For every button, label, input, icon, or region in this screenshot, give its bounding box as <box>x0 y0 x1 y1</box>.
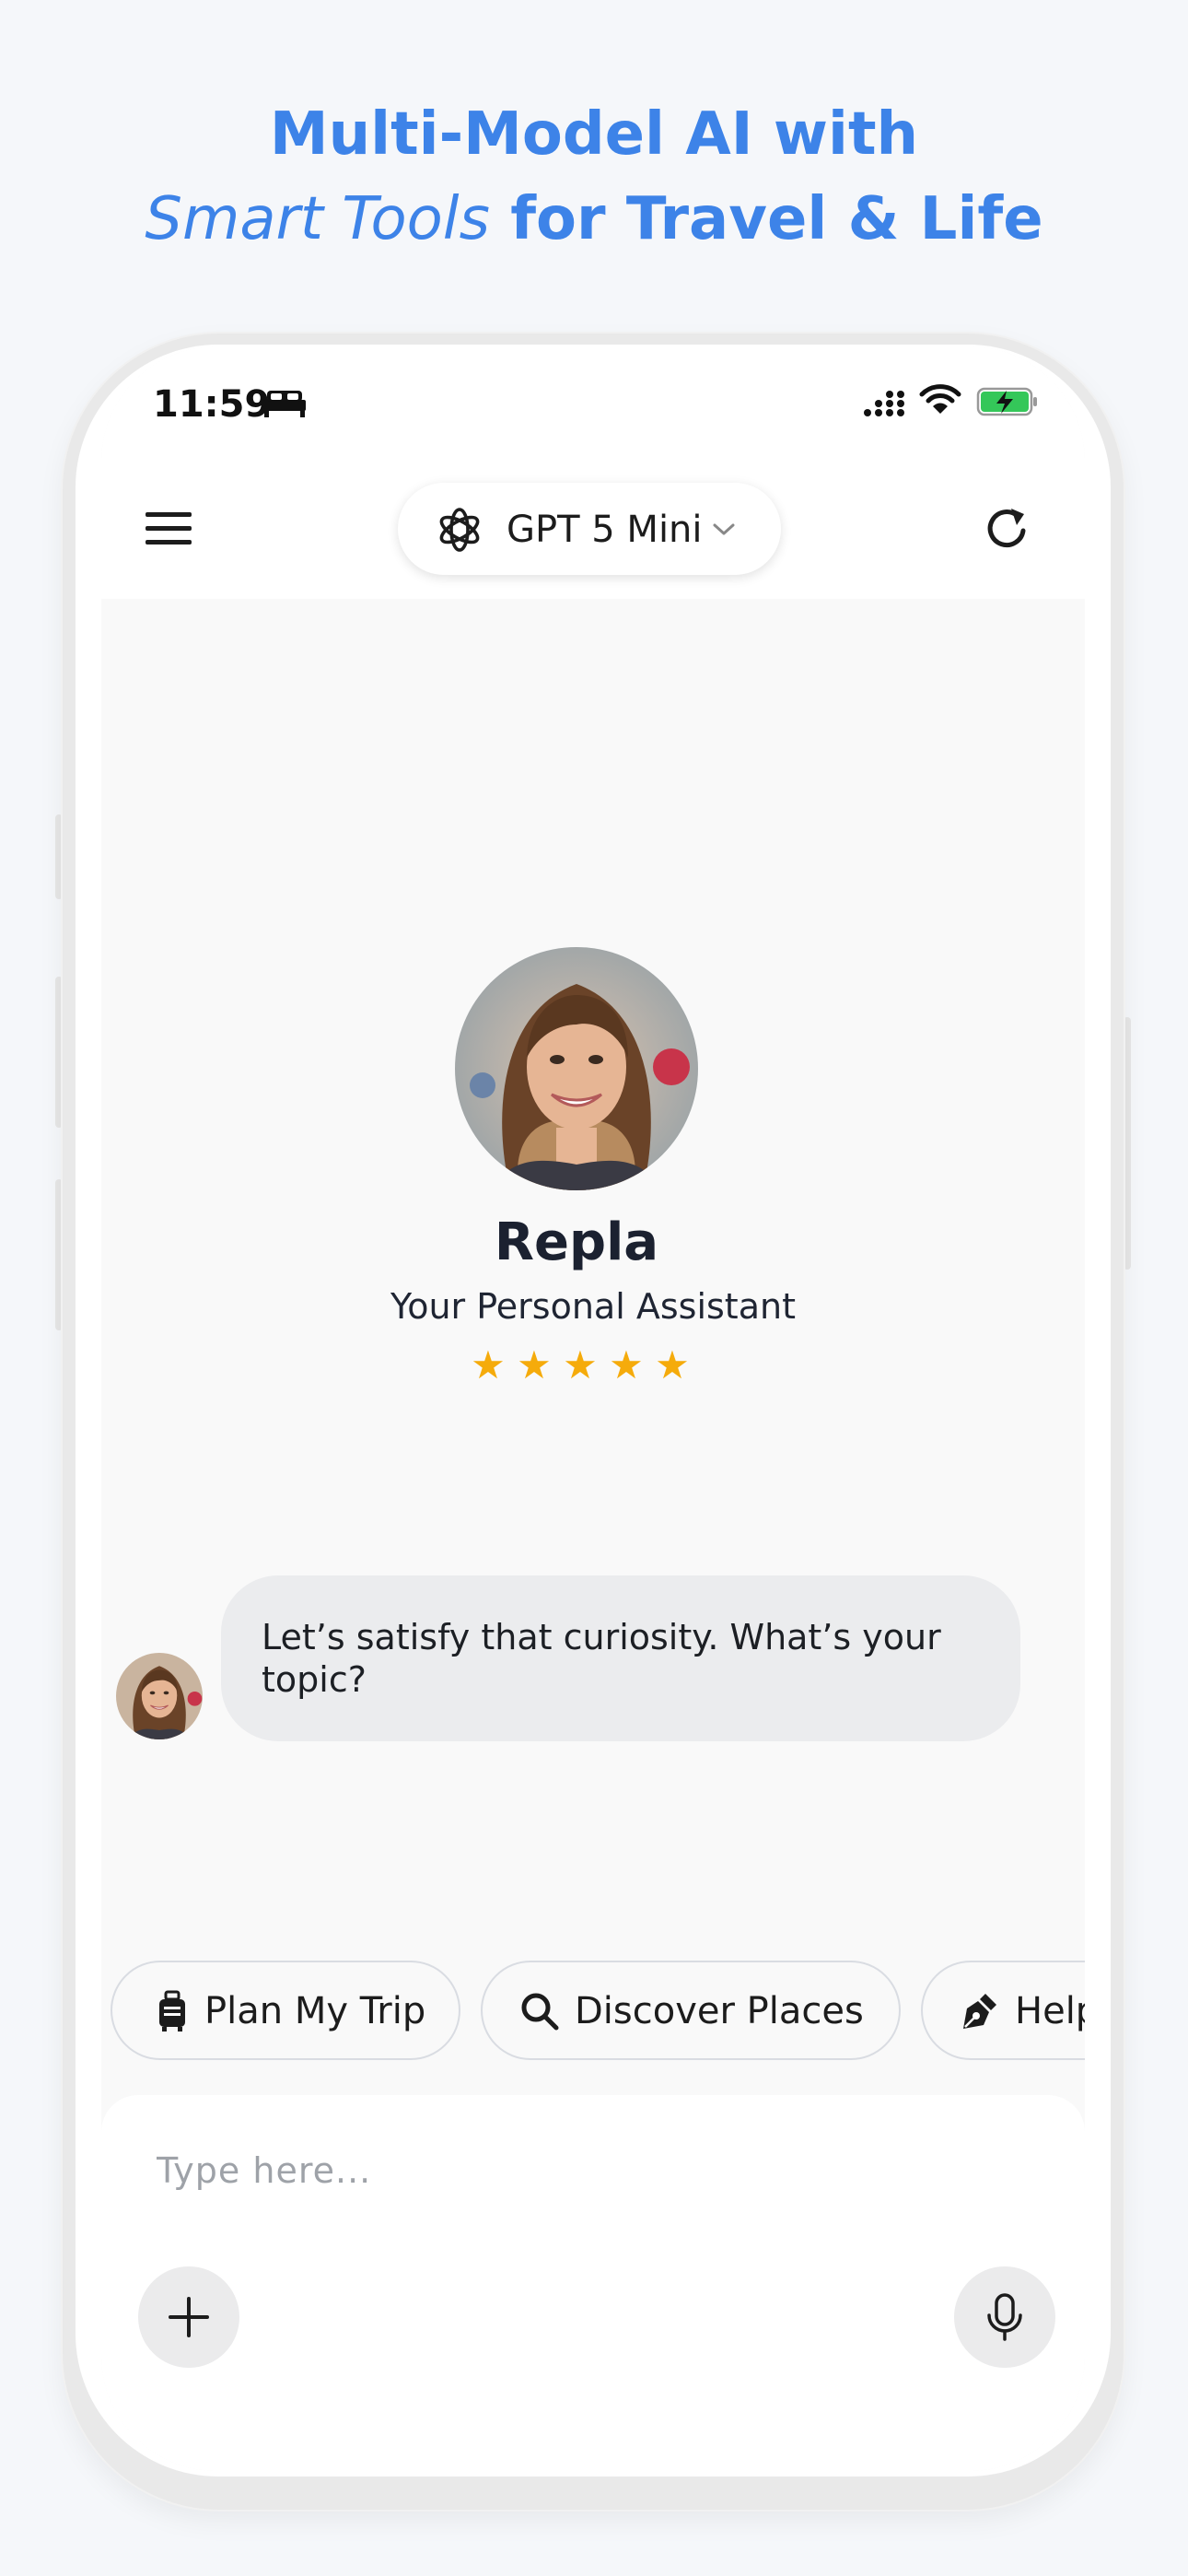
plus-icon <box>169 2297 209 2337</box>
star-icon: ★ <box>517 1343 552 1387</box>
add-attachment-button[interactable] <box>138 2266 239 2368</box>
star-icon: ★ <box>655 1343 690 1387</box>
microphone-icon <box>987 2293 1022 2341</box>
chip-label: Discover Places <box>575 1990 864 2032</box>
chip-discover-places[interactable]: Discover Places <box>481 1961 901 2060</box>
hamburger-menu-icon[interactable] <box>146 510 192 547</box>
status-time: 11:59 <box>153 383 271 426</box>
battery-charging-icon <box>976 387 1037 416</box>
phone-volume-up-button <box>55 977 63 1128</box>
assistant-subtitle: Your Personal Assistant <box>390 1286 796 1327</box>
chip-label: Plan My Trip <box>204 1990 426 2032</box>
message-input[interactable] <box>155 2137 987 2204</box>
promo-line-2-italic: Smart Tools <box>145 185 490 253</box>
openai-logo-icon <box>439 508 480 552</box>
voice-input-button[interactable] <box>954 2266 1055 2368</box>
phone-volume-down-button <box>55 1179 63 1330</box>
assistant-rating: ★ ★ ★ ★ ★ <box>468 1345 698 1386</box>
chip-label: Help <box>1015 1990 1085 2032</box>
wifi-icon <box>919 384 961 414</box>
chip-help[interactable]: Help <box>921 1961 1085 2060</box>
assistant-message-text: Let’s satisfy that curiosity. What’s you… <box>262 1617 941 1700</box>
refresh-icon[interactable] <box>984 505 1031 553</box>
promo-line-1: Multi-Model AI with <box>269 100 919 169</box>
chevron-down-icon <box>713 523 735 535</box>
luggage-icon <box>159 1990 185 2032</box>
model-name-label: GPT 5 Mini <box>507 509 703 551</box>
star-icon: ★ <box>609 1343 644 1387</box>
assistant-name: Repla <box>494 1212 659 1272</box>
assistant-avatar <box>455 947 698 1190</box>
phone-action-button <box>55 814 63 899</box>
phone-screen: 11:59 GPT 5 Mini Repla Your Personal Ass… <box>101 346 1085 2471</box>
pen-nib-icon <box>963 1994 996 2029</box>
phone-power-button <box>1124 1017 1131 1270</box>
promo-line-2-bold: for Travel & Life <box>489 185 1043 253</box>
promo-line-2: Smart Tools for Travel & Life <box>0 177 1188 262</box>
assistant-message-avatar <box>116 1653 203 1739</box>
cellular-signal-icon <box>864 391 904 416</box>
star-icon: ★ <box>471 1343 506 1387</box>
sleep-icon <box>263 391 306 417</box>
status-bar: 11:59 <box>101 346 1085 457</box>
model-selector-button[interactable]: GPT 5 Mini <box>398 483 781 575</box>
search-icon <box>521 1993 559 2031</box>
assistant-message-bubble: Let’s satisfy that curiosity. What’s you… <box>221 1575 1020 1741</box>
chip-plan-my-trip[interactable]: Plan My Trip <box>111 1961 460 2060</box>
promo-headline: Multi-Model AI with Smart Tools for Trav… <box>0 92 1188 262</box>
star-icon: ★ <box>563 1343 598 1387</box>
